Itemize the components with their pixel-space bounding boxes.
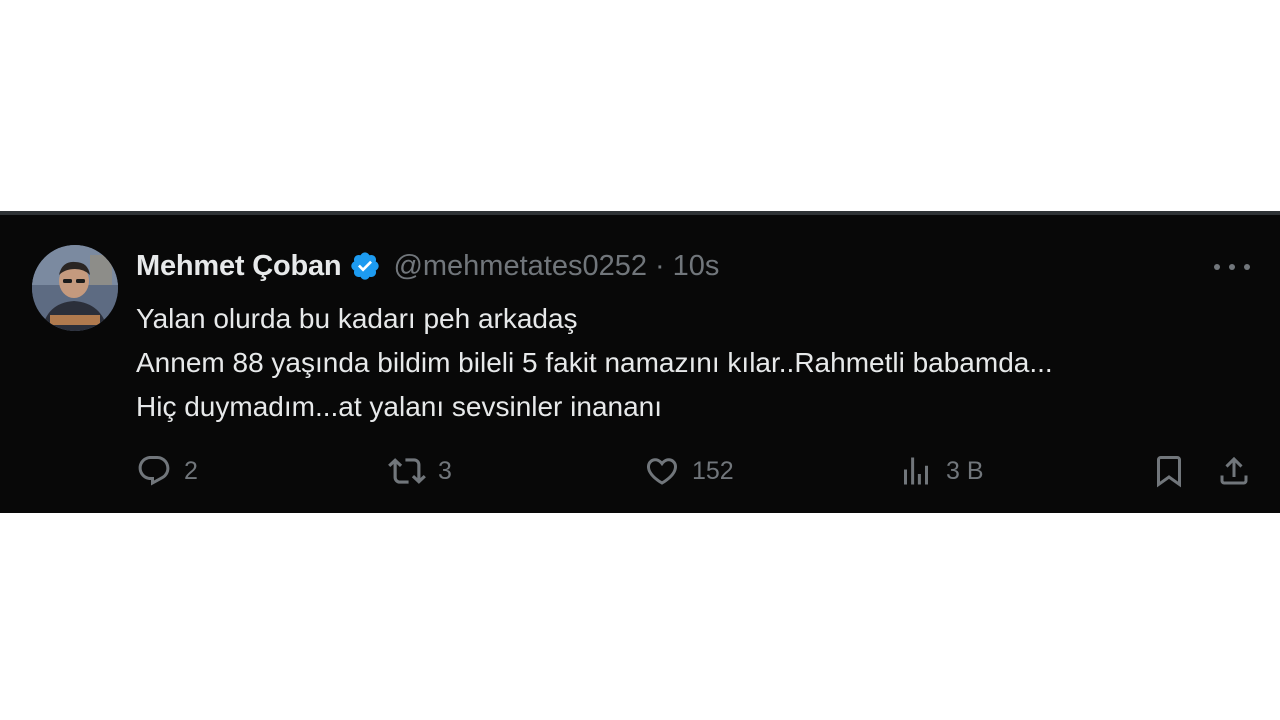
share-button[interactable]: [1216, 451, 1252, 491]
more-dot: [1244, 264, 1250, 270]
reply-button[interactable]: 2: [136, 451, 198, 491]
page-canvas: Mehmet Çoban @mehmetates0252 · 10s Yalan…: [0, 0, 1280, 720]
verified-badge-icon[interactable]: [349, 250, 381, 282]
views-icon: [904, 457, 928, 485]
author-display-name[interactable]: Mehmet Çoban: [136, 250, 342, 283]
reply-count: 2: [184, 456, 198, 485]
bookmark-button[interactable]: [1151, 451, 1187, 491]
tweet-text-line: Annem 88 yaşında bildim bileli 5 fakit n…: [136, 347, 1053, 378]
avatar[interactable]: [32, 245, 118, 331]
more-dot: [1229, 264, 1235, 270]
tweet-actions-bar: 2 3 152 3 B: [136, 451, 1252, 491]
author-handle[interactable]: @mehmetates0252: [393, 250, 647, 283]
tweet-text: Yalan olurda bu kadarı peh arkadaş Annem…: [136, 297, 1246, 429]
retweet-count: 3: [438, 456, 452, 485]
tweet-text-line: Yalan olurda bu kadarı peh arkadaş: [136, 303, 578, 334]
heart-icon: [646, 458, 678, 485]
retweet-button[interactable]: 3: [388, 451, 452, 491]
retweet-icon: [388, 458, 426, 484]
reply-icon: [138, 456, 170, 486]
more-dot: [1214, 264, 1220, 270]
tweet-card[interactable]: Mehmet Çoban @mehmetates0252 · 10s Yalan…: [0, 211, 1280, 513]
like-button[interactable]: 152: [644, 451, 734, 491]
share-icon: [1220, 456, 1248, 485]
tweet-timestamp[interactable]: 10s: [673, 250, 720, 283]
views-button[interactable]: 3 B: [898, 451, 984, 491]
header-separator: ·: [654, 249, 665, 282]
tweet-header: Mehmet Çoban @mehmetates0252 · 10s: [136, 247, 719, 285]
more-icon[interactable]: [1214, 255, 1250, 279]
like-count: 152: [692, 456, 734, 485]
avatar-image: [32, 245, 118, 331]
bookmark-icon: [1157, 456, 1181, 488]
tweet-text-line: Hiç duymadım...at yalanı sevsinler inana…: [136, 391, 663, 422]
views-count: 3 B: [946, 456, 984, 485]
